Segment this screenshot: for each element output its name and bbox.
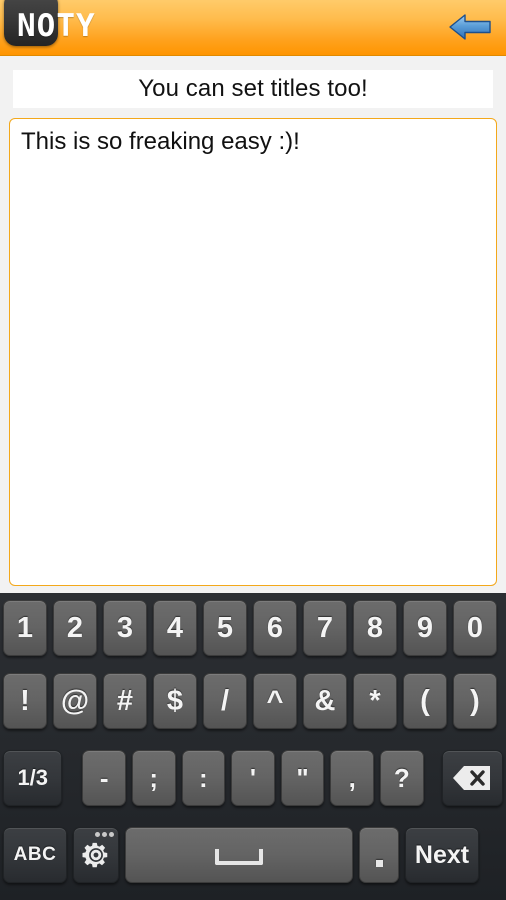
key-space[interactable]: [125, 827, 353, 883]
gear-dots-indicator: [95, 832, 114, 837]
key-label: ": [296, 762, 309, 793]
key-semicolon[interactable]: ;: [131, 750, 176, 806]
key-label: *: [369, 684, 381, 717]
onscreen-keyboard: 1 2 3 4 5 6 7 8 9 0 ! @ # $ / ^ & * ( ) …: [0, 593, 506, 900]
note-title-value: You can set titles too!: [138, 75, 368, 102]
key-dollar[interactable]: $: [153, 673, 197, 729]
key-backspace[interactable]: [441, 750, 503, 806]
keyboard-row-punctuation: 1/3 - ; : ' " , ?: [0, 747, 506, 825]
spacebar-icon: [215, 849, 263, 865]
key-label: 1: [16, 611, 34, 644]
key-4[interactable]: 4: [153, 600, 197, 656]
key-page-switch[interactable]: 1/3: [3, 750, 63, 806]
key-comma[interactable]: ,: [330, 750, 374, 806]
key-1[interactable]: 1: [3, 600, 47, 656]
key-label: ,: [348, 762, 356, 793]
key-label: 4: [166, 611, 184, 644]
keyboard-row-symbols: ! @ # $ / ^ & * ( ): [0, 671, 506, 747]
key-0[interactable]: 0: [453, 600, 497, 656]
key-label: #: [116, 684, 134, 717]
key-ampersand[interactable]: &: [303, 673, 347, 729]
key-label: $: [166, 684, 184, 717]
period-icon: [375, 859, 383, 867]
back-button[interactable]: [446, 9, 494, 45]
key-8[interactable]: 8: [353, 600, 397, 656]
key-5[interactable]: 5: [203, 600, 247, 656]
key-3[interactable]: 3: [103, 600, 147, 656]
key-paren-close[interactable]: ): [453, 673, 497, 729]
key-label: :: [199, 762, 208, 793]
key-at[interactable]: @: [53, 673, 97, 729]
key-label: !: [20, 684, 30, 717]
key-label: 8: [366, 611, 384, 644]
key-label: 3: [116, 611, 134, 644]
app-header: NOTY: [0, 0, 506, 56]
key-label: 9: [416, 611, 434, 644]
key-hyphen[interactable]: -: [82, 750, 126, 806]
key-colon[interactable]: :: [181, 750, 226, 806]
key-apostrophe[interactable]: ': [231, 750, 275, 806]
key-settings[interactable]: [73, 827, 119, 883]
note-editor-area: You can set titles too! This is so freak…: [0, 56, 506, 593]
key-label: @: [60, 684, 90, 717]
key-label: 6: [266, 611, 284, 644]
key-paren-open[interactable]: (: [403, 673, 447, 729]
note-title-input[interactable]: You can set titles too!: [13, 70, 493, 108]
key-label: (: [420, 684, 430, 717]
key-label: ;: [149, 762, 159, 793]
key-exclamation[interactable]: !: [3, 673, 47, 729]
key-abc[interactable]: ABC: [3, 827, 67, 883]
key-7[interactable]: 7: [303, 600, 347, 656]
row-spacer: [427, 750, 439, 751]
key-quote[interactable]: ": [280, 750, 325, 806]
key-label: 7: [316, 611, 334, 644]
row-spacer: [65, 750, 79, 751]
key-period[interactable]: [359, 827, 399, 883]
note-body-input[interactable]: This is so freaking easy :)!: [9, 118, 497, 586]
key-label: 1/3: [17, 765, 49, 790]
back-arrow-icon: [449, 14, 491, 40]
backspace-icon: [453, 766, 491, 790]
key-6[interactable]: 6: [253, 600, 297, 656]
keyboard-row-bottom: ABC Next: [0, 825, 506, 895]
key-label: /: [220, 684, 230, 717]
gear-icon: [82, 842, 108, 868]
key-hash[interactable]: #: [103, 673, 147, 729]
app-root: NOTY You can set titles too! This is so …: [0, 0, 506, 900]
keyboard-row-digits: 1 2 3 4 5 6 7 8 9 0: [0, 597, 506, 671]
key-label: ?: [393, 762, 410, 793]
key-label: ': [249, 762, 257, 793]
key-9[interactable]: 9: [403, 600, 447, 656]
key-label: 5: [216, 611, 234, 644]
app-title: NOTY: [17, 8, 96, 44]
app-logo: NOTY: [4, 0, 96, 52]
key-caret[interactable]: ^: [253, 673, 297, 729]
key-next[interactable]: Next: [405, 827, 479, 883]
note-body-value: This is so freaking easy :)!: [21, 128, 300, 155]
key-label: &: [314, 684, 336, 717]
key-question[interactable]: ?: [380, 750, 424, 806]
key-label: 2: [66, 611, 84, 644]
key-slash[interactable]: /: [203, 673, 247, 729]
key-label: -: [99, 762, 109, 793]
key-label: ): [470, 684, 480, 717]
key-label: 0: [466, 611, 484, 644]
key-label: ABC: [13, 844, 57, 865]
key-asterisk[interactable]: *: [353, 673, 397, 729]
key-2[interactable]: 2: [53, 600, 97, 656]
key-label: Next: [414, 840, 470, 869]
key-label: ^: [266, 684, 284, 717]
